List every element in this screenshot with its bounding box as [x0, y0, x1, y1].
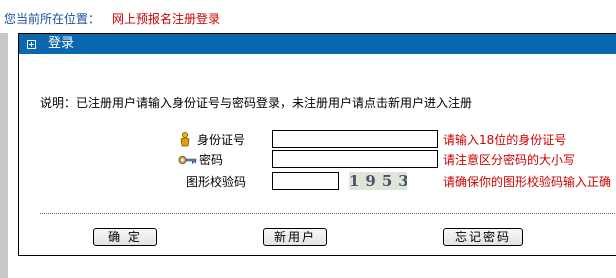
person-icon — [180, 132, 190, 147]
captcha-hint: 请确保你的图形校验码输入正确 — [443, 175, 612, 189]
id-number-hint: 请输入18位的身份证号 — [443, 133, 567, 147]
forgot-password-button[interactable]: 忘记密码 — [443, 228, 523, 246]
breadcrumb: 您当前所在位置： 网上预报名注册登录 — [4, 12, 220, 26]
password-row: 密码 请注意区分密码的大小写 — [19, 150, 616, 170]
id-number-input[interactable] — [272, 130, 438, 148]
breadcrumb-label: 您当前所在位置： — [4, 12, 101, 26]
instructions-text: 说明：已注册用户请输入身份证号与密码登录，未注册用户请点击新用户进入注册 — [40, 96, 473, 110]
login-panel: 登录 说明：已注册用户请输入身份证号与密码登录，未注册用户请点击新用户进入注册 … — [18, 33, 616, 256]
id-number-label: 身份证号 — [197, 133, 246, 147]
id-number-row: 身份证号 请输入18位的身份证号 — [19, 130, 616, 150]
key-icon — [178, 156, 197, 164]
confirm-button[interactable]: 确 定 — [93, 228, 157, 246]
panel-header: 登录 — [19, 34, 616, 54]
dotted-divider — [40, 213, 616, 214]
password-label: 密码 — [199, 153, 224, 167]
breadcrumb-current[interactable]: 网上预报名注册登录 — [112, 12, 220, 26]
expand-plus-icon[interactable] — [27, 39, 36, 49]
captcha-image[interactable]: 1953 — [349, 172, 407, 190]
page: 您当前所在位置： 网上预报名注册登录 登录 说明：已注册用户请输入身份证号与密码登… — [0, 0, 616, 278]
panel-title: 登录 — [48, 36, 75, 51]
captcha-row: 图形校验码 1953 请确保你的图形校验码输入正确 — [19, 172, 616, 192]
left-gray-bar — [0, 33, 8, 278]
new-user-button[interactable]: 新用户 — [263, 228, 327, 246]
captcha-input[interactable] — [272, 172, 339, 190]
password-input[interactable] — [272, 150, 438, 168]
captcha-label: 图形校验码 — [186, 175, 247, 189]
password-hint: 请注意区分密码的大小写 — [443, 153, 576, 167]
